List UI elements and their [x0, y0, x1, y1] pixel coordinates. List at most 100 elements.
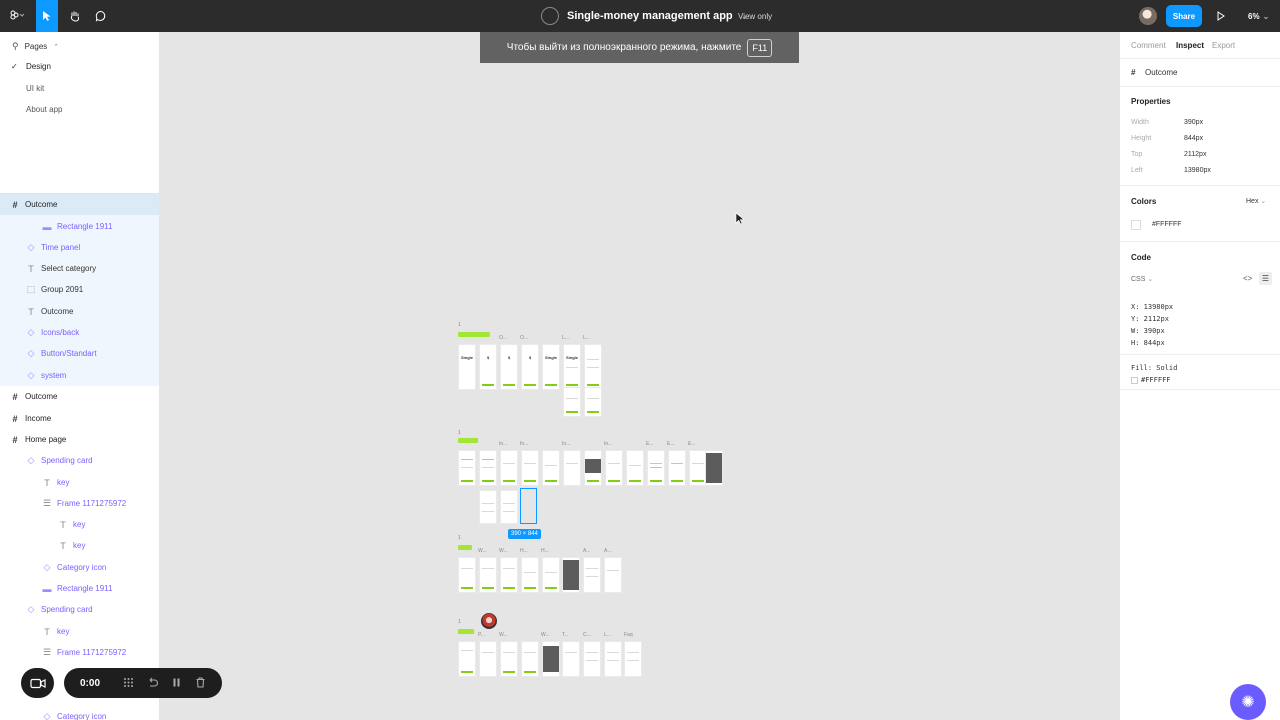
page-item-ui-kit[interactable]: UI kit	[26, 84, 44, 93]
layer-row[interactable]: ◇ system	[26, 365, 67, 386]
layer-row[interactable]: ☰ Frame 1171275972	[42, 642, 126, 663]
layer-row[interactable]: T Outcome	[26, 301, 73, 322]
color-hex-value[interactable]: #FFFFFF	[1152, 221, 1182, 228]
share-button[interactable]: Share	[1166, 5, 1202, 27]
layer-row[interactable]: ☰ Frame 1171275972	[42, 493, 126, 514]
layer-row[interactable]: ◇ Icons/back	[26, 322, 80, 343]
layer-row[interactable]: T key	[42, 621, 69, 642]
file-title-button[interactable]: Single-money management app ⌄	[541, 0, 748, 32]
prop-value-left[interactable]: 13980px	[1184, 167, 1211, 174]
layer-row[interactable]: T Select category	[26, 258, 96, 279]
prop-value-width[interactable]: 390px	[1184, 119, 1203, 126]
hand-tool-button[interactable]	[64, 0, 86, 32]
color-format-dropdown[interactable]: Hex ⌄	[1246, 197, 1266, 205]
frame-thumbnail[interactable]	[584, 387, 602, 417]
frame-thumbnail[interactable]	[583, 557, 601, 593]
selected-frame[interactable]	[520, 488, 537, 524]
frame-thumbnail[interactable]	[521, 641, 539, 677]
frame-thumbnail[interactable]	[542, 557, 560, 593]
code-block[interactable]: X: 13980px Y: 2112px W: 390px H: 844px	[1131, 301, 1173, 349]
frame-thumbnail[interactable]	[584, 450, 602, 486]
collaborator-avatar[interactable]	[481, 613, 497, 629]
grid-dots-icon[interactable]	[122, 676, 135, 689]
layer-row[interactable]: T key	[58, 514, 85, 535]
frame-thumbnail[interactable]	[500, 450, 518, 486]
frame-thumbnail[interactable]: $	[500, 344, 518, 390]
layer-row[interactable]: ◇ Time panel	[26, 237, 81, 258]
frame-thumbnail[interactable]	[604, 557, 622, 593]
frame-thumbnail[interactable]	[563, 387, 581, 417]
frame-thumbnail[interactable]: Single	[563, 344, 581, 390]
frame-thumbnail[interactable]	[563, 450, 581, 486]
frame-thumbnail[interactable]	[479, 557, 497, 593]
frame-thumbnail[interactable]	[500, 641, 518, 677]
code-language-dropdown[interactable]: CSS ⌄	[1131, 275, 1153, 283]
frame-thumbnail[interactable]: $	[479, 344, 497, 390]
layer-row[interactable]: ◇ Category icon	[42, 557, 107, 578]
layer-row[interactable]: # Home page	[10, 429, 66, 450]
frame-thumbnail[interactable]	[542, 450, 560, 486]
frame-thumbnail[interactable]	[626, 450, 644, 486]
page-item-design[interactable]: Design	[26, 62, 51, 71]
frame-thumbnail[interactable]	[458, 557, 476, 593]
frame-thumbnail[interactable]	[500, 490, 518, 524]
user-avatar[interactable]	[1139, 7, 1157, 25]
layer-row[interactable]: ◇ Button/Standart	[26, 343, 97, 364]
frame-thumbnail[interactable]	[705, 450, 723, 486]
frame-thumbnail[interactable]: Single	[458, 344, 476, 390]
pause-icon[interactable]	[170, 676, 183, 689]
pages-header[interactable]: ⚲ Pages ⌃	[12, 41, 59, 52]
layer-row[interactable]: ⬚ Group 2091	[26, 279, 84, 300]
frame-thumbnail[interactable]	[562, 557, 580, 593]
frame-thumbnail[interactable]	[624, 641, 642, 677]
frame-thumbnail[interactable]	[479, 490, 497, 524]
main-menu-button[interactable]	[4, 0, 30, 32]
frame-thumbnail[interactable]	[500, 557, 518, 593]
list-view-icon[interactable]: ☰	[1259, 272, 1272, 285]
frame-thumbnail[interactable]	[584, 344, 602, 390]
camera-toggle-button[interactable]	[21, 668, 54, 698]
layer-row[interactable]: ◇ Spending card	[26, 450, 93, 471]
tab-comment[interactable]: Comment	[1131, 41, 1166, 50]
frame-thumbnail[interactable]	[458, 450, 476, 486]
layer-row[interactable]: T key	[42, 472, 69, 493]
tab-inspect[interactable]: Inspect	[1176, 41, 1204, 50]
frame-thumbnail[interactable]	[521, 450, 539, 486]
present-button[interactable]	[1216, 10, 1226, 25]
help-widget-button[interactable]: ✺	[1230, 684, 1266, 720]
frame-thumbnail[interactable]	[604, 641, 622, 677]
layer-row[interactable]: # Outcome	[10, 194, 57, 215]
layer-row[interactable]: ◇ Category icon	[42, 706, 107, 720]
frame-thumbnail[interactable]	[479, 450, 497, 486]
design-canvas[interactable]: Чтобы выйти из полноэкранного режима, на…	[161, 32, 1119, 720]
frame-thumbnail[interactable]	[647, 450, 665, 486]
layer-row[interactable]: ◇ Spending card	[26, 599, 93, 620]
frame-thumbnail[interactable]	[605, 450, 623, 486]
code-view-icon[interactable]: <>	[1243, 274, 1252, 283]
color-swatch[interactable]	[1131, 220, 1141, 230]
frame-thumbnail[interactable]	[668, 450, 686, 486]
search-icon[interactable]: ⚲	[12, 41, 19, 52]
page-item-about-app[interactable]: About app	[26, 105, 62, 114]
fill-code-block[interactable]: Fill: Solid #FFFFFF	[1131, 362, 1177, 386]
move-tool-button[interactable]	[36, 0, 58, 32]
frame-thumbnail[interactable]: $	[521, 344, 539, 390]
frame-thumbnail[interactable]: Single	[542, 344, 560, 390]
layer-row[interactable]: # Outcome	[10, 386, 57, 407]
zoom-dropdown[interactable]: 6% ⌄	[1248, 0, 1269, 32]
frame-thumbnail[interactable]	[542, 641, 560, 677]
prop-value-height[interactable]: 844px	[1184, 135, 1203, 142]
frame-thumbnail[interactable]	[521, 557, 539, 593]
prop-value-top[interactable]: 2112px	[1184, 151, 1206, 158]
tab-export[interactable]: Export	[1212, 41, 1235, 50]
layer-row[interactable]: # Income	[10, 408, 51, 429]
frame-thumbnail[interactable]	[562, 641, 580, 677]
trash-icon[interactable]	[194, 676, 207, 689]
undo-icon[interactable]	[146, 676, 159, 689]
layer-row[interactable]: ▬ Rectangle 1911	[42, 216, 113, 237]
layer-row[interactable]: T key	[58, 535, 85, 556]
layer-row[interactable]: ▬ Rectangle 1911	[42, 578, 113, 599]
frame-thumbnail[interactable]	[458, 641, 476, 677]
frame-thumbnail[interactable]	[583, 641, 601, 677]
frame-thumbnail[interactable]	[479, 641, 497, 677]
